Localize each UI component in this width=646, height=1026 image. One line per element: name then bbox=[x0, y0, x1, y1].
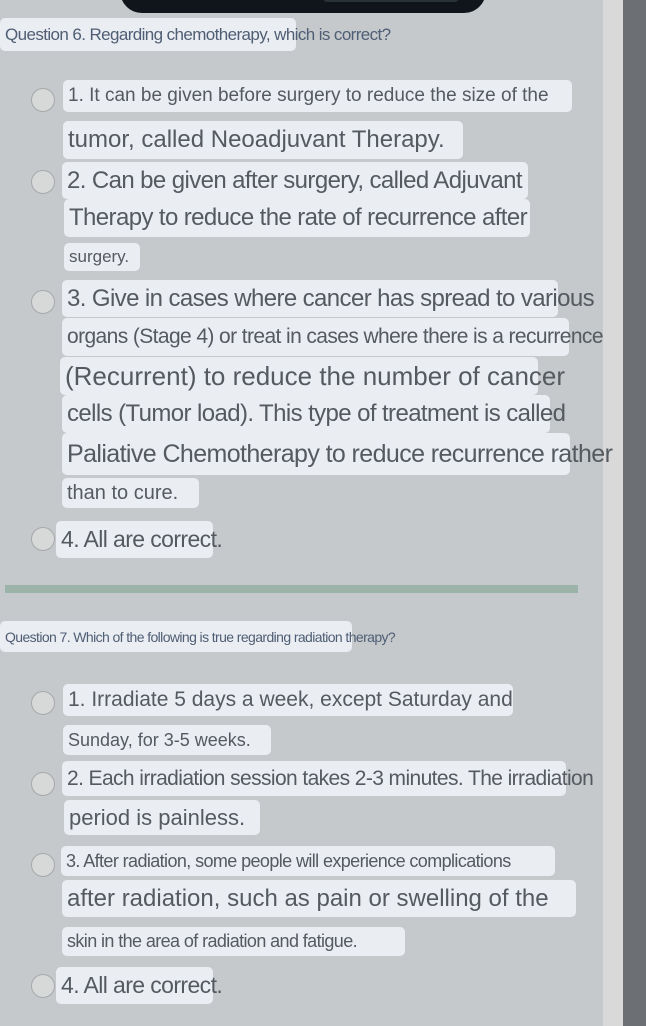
q7-option-1-line-2[interactable]: Sunday, for 3-5 weeks. bbox=[63, 725, 271, 755]
q7-option-3-line-3[interactable]: skin in the area of radiation and fatigu… bbox=[62, 927, 405, 956]
q7-option-3-radio[interactable] bbox=[31, 853, 55, 877]
q6-option-3-line-6[interactable]: than to cure. bbox=[62, 478, 199, 508]
q7-option-4-radio[interactable] bbox=[31, 974, 55, 998]
q7-option-1-radio[interactable] bbox=[31, 691, 55, 715]
q6-option-3-line-3[interactable]: (Recurrent) to reduce the number of canc… bbox=[60, 357, 565, 395]
page-gutter bbox=[603, 0, 623, 1026]
device-notch bbox=[120, 0, 486, 13]
q6-option-3-line-5[interactable]: Paliative Chemotherapy to reduce recurre… bbox=[62, 433, 613, 475]
q6-option-3-line-4[interactable]: cells (Tumor load). This type of treatme… bbox=[62, 395, 566, 433]
q6-option-3-radio[interactable] bbox=[31, 290, 55, 314]
question-6-title: Question 6. Regarding chemotherapy, whic… bbox=[0, 18, 391, 51]
question-7-title: Question 7. Which of the following is tr… bbox=[0, 621, 396, 652]
q7-option-4-line-1[interactable]: 4. All are correct. bbox=[56, 967, 223, 1004]
q7-option-3-line-2[interactable]: after radiation, such as pain or swellin… bbox=[62, 880, 576, 917]
q6-option-2-line-1[interactable]: 2. Can be given after surgery, called Ad… bbox=[62, 162, 528, 199]
q7-option-2-line-2[interactable]: period is painless. bbox=[64, 800, 260, 835]
q6-option-3-line-1[interactable]: 3. Give in cases where cancer has spread… bbox=[62, 280, 595, 317]
q6-option-1-line-1[interactable]: 1. It can be given before surgery to red… bbox=[63, 80, 572, 112]
q7-option-2-line-1[interactable]: 2. Each irradiation session takes 2-3 mi… bbox=[62, 761, 594, 796]
q6-option-4-line-1[interactable]: 4. All are correct. bbox=[56, 521, 223, 558]
q7-option-2-radio[interactable] bbox=[31, 772, 55, 796]
notch-inner-bar bbox=[322, 0, 460, 2]
q7-option-3-line-1[interactable]: 3. After radiation, some people will exp… bbox=[61, 846, 555, 876]
q6-option-1-line-2[interactable]: tumor, called Neoadjuvant Therapy. bbox=[63, 121, 463, 159]
q6-option-3-line-2[interactable]: organs (Stage 4) or treat in cases where… bbox=[62, 318, 604, 356]
q6-option-2-line-3[interactable]: surgery. bbox=[64, 243, 140, 271]
q6-option-1-radio[interactable] bbox=[31, 88, 55, 112]
side-panel bbox=[623, 0, 646, 1026]
q6-option-2-line-2[interactable]: Therapy to reduce the rate of recurrence… bbox=[64, 199, 530, 237]
q6-option-2-radio[interactable] bbox=[31, 170, 55, 194]
section-divider bbox=[5, 585, 578, 593]
q6-option-4-radio[interactable] bbox=[31, 527, 55, 551]
q7-option-1-line-1[interactable]: 1. Irradiate 5 days a week, except Satur… bbox=[63, 684, 513, 716]
